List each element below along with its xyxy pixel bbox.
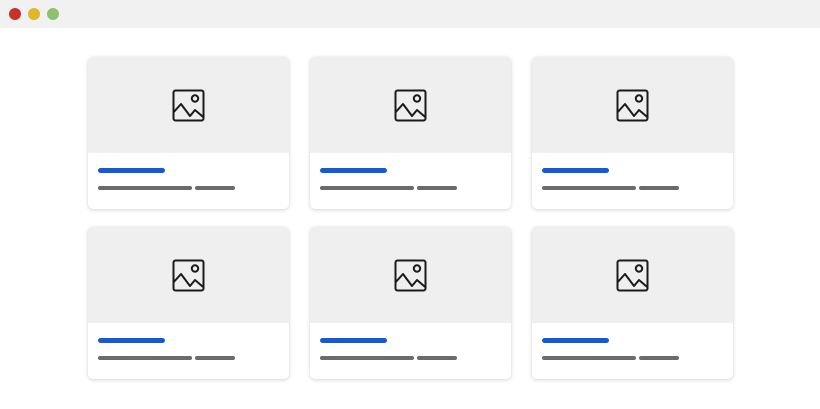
card-thumbnail [310, 57, 511, 153]
card-thumbnail [88, 227, 289, 323]
card-meta-placeholder [417, 356, 457, 360]
card-meta-placeholder [320, 356, 414, 360]
content-card[interactable] [532, 227, 733, 379]
card-thumbnail [532, 227, 733, 323]
card-title-placeholder [98, 338, 165, 343]
card-meta-placeholder [417, 186, 457, 190]
card-title-placeholder [320, 168, 387, 173]
content-card[interactable] [88, 227, 289, 379]
card-meta-placeholder [639, 356, 679, 360]
image-placeholder-icon [172, 259, 205, 292]
card-thumbnail [88, 57, 289, 153]
card-title-placeholder [542, 168, 609, 173]
card-meta-placeholder [639, 186, 679, 190]
content-card[interactable] [88, 57, 289, 209]
card-title-placeholder [98, 168, 165, 173]
browser-window [0, 0, 820, 409]
card-meta-placeholder [195, 186, 235, 190]
card-meta-placeholder [320, 186, 414, 190]
image-placeholder-icon [394, 259, 427, 292]
card-title-placeholder [542, 338, 609, 343]
image-placeholder-icon [616, 259, 649, 292]
card-meta-placeholder [195, 356, 235, 360]
image-placeholder-icon [394, 89, 427, 122]
content-card[interactable] [532, 57, 733, 209]
image-placeholder-icon [172, 89, 205, 122]
card-title-placeholder [320, 338, 387, 343]
content-card[interactable] [310, 227, 511, 379]
minimize-window-button[interactable] [28, 8, 40, 20]
card-meta-placeholder [542, 356, 636, 360]
card-meta-placeholder [98, 186, 192, 190]
card-thumbnail [532, 57, 733, 153]
card-meta-placeholder [98, 356, 192, 360]
window-titlebar [0, 0, 820, 28]
content-card[interactable] [310, 57, 511, 209]
card-meta-placeholder [542, 186, 636, 190]
close-window-button[interactable] [9, 8, 21, 20]
card-thumbnail [310, 227, 511, 323]
image-placeholder-icon [616, 89, 649, 122]
card-grid [88, 57, 733, 379]
zoom-window-button[interactable] [47, 8, 59, 20]
